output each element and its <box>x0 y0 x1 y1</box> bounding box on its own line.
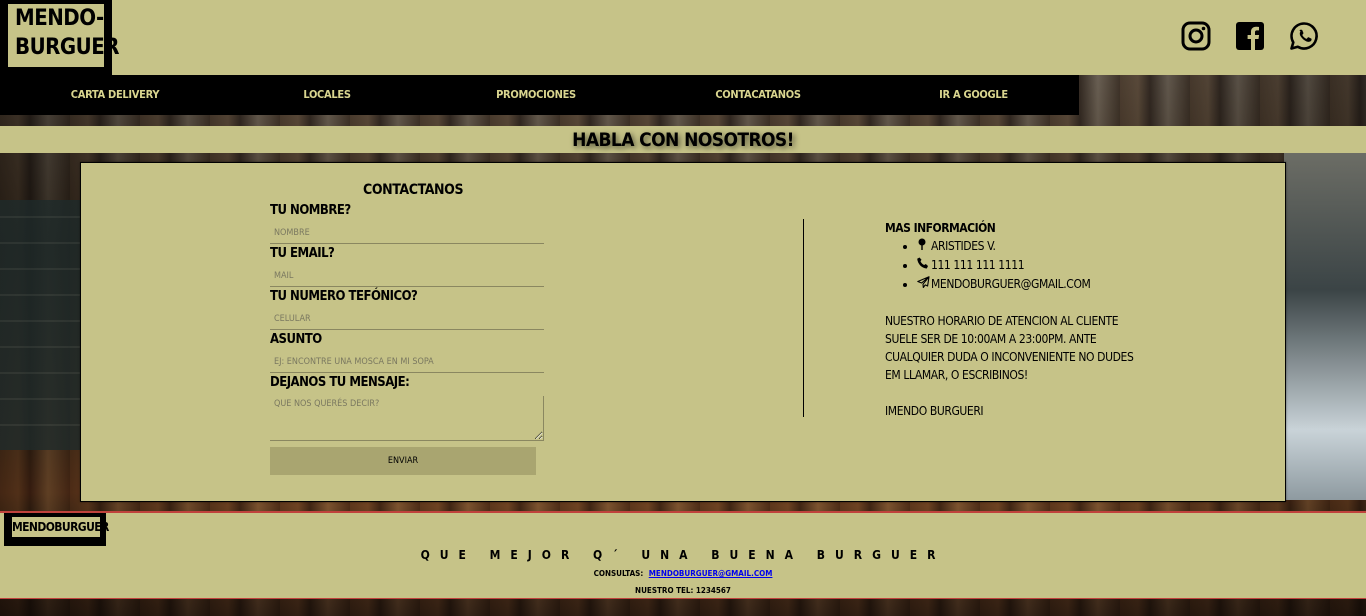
nav-item-locales[interactable]: LOCALES <box>230 75 424 115</box>
subject-input[interactable] <box>270 351 544 373</box>
send-button[interactable]: ENVIAR <box>270 447 536 475</box>
consultas-label: CONSULTAS: <box>593 569 644 578</box>
nav-item-contacatanos[interactable]: CONTACATANOS <box>648 75 868 115</box>
name-label: TU NOMBRE? <box>270 203 351 218</box>
info-signature: IMENDO BURGUERI <box>885 404 984 418</box>
info-phone: 111 111 111 1111 <box>917 256 1145 275</box>
footer-slogan: QUE MEJOR Q´ UNA BUENA BURGUER <box>420 548 946 562</box>
info-email-text: MENDOBURGUER@GMAIL.COM <box>931 277 1091 291</box>
consultas-email-link[interactable]: MENDOBURGUER@GMAIL.COM <box>649 569 773 578</box>
site-footer: MENDOBURGUER QUE MEJOR Q´ UNA BUENA BURG… <box>0 511 1366 599</box>
message-label: DEJANOS TU MENSAJE: <box>270 375 410 390</box>
footer-logo-text: MENDOBURGUER <box>12 517 109 537</box>
logo-line-2: BURGUER <box>15 35 119 60</box>
page-title: HABLA CON NOSOTROS! <box>572 129 794 151</box>
site-header: MENDO- BURGUER <box>0 0 1366 75</box>
footer-tel: NUESTRO TEL: 1234567 <box>635 586 731 595</box>
name-input[interactable] <box>270 222 544 244</box>
message-textarea[interactable] <box>270 396 544 441</box>
instagram-icon <box>1181 21 1211 51</box>
logo[interactable]: MENDO- BURGUER <box>0 0 119 75</box>
background-shelves <box>1284 150 1366 500</box>
phone-label: TU NUMERO TEFÓNICO? <box>270 289 418 304</box>
info-section: MAS INFORMACIÓN ARISTIDES V. 111 111 111… <box>885 221 1145 420</box>
info-title: MAS INFORMACIÓN <box>885 221 996 235</box>
subject-label: ASUNTO <box>270 332 322 347</box>
nav-item-promociones[interactable]: PROMOCIONES <box>424 75 648 115</box>
background-window <box>0 200 80 450</box>
logo-line-1: MENDO- <box>15 6 104 31</box>
facebook-link[interactable] <box>1234 20 1266 52</box>
contact-panel: CONTACTANOS TU NOMBRE? TU EMAIL? TU NUME… <box>80 162 1286 502</box>
info-list: ARISTIDES V. 111 111 111 1111 MENDOBURGU… <box>917 237 1145 294</box>
nav-item-ir-a-google[interactable]: IR A GOOGLE <box>868 75 1079 115</box>
info-email: MENDOBURGUER@GMAIL.COM <box>917 275 1145 294</box>
footer-consultas: CONSULTAS: MENDOBURGUER@GMAIL.COM <box>0 569 1366 578</box>
footer-logo[interactable]: MENDOBURGUER <box>4 513 109 546</box>
logo-text: MENDO- BURGUER <box>8 4 119 67</box>
email-label: TU EMAIL? <box>270 246 335 261</box>
whatsapp-link[interactable] <box>1288 20 1320 52</box>
map-pin-icon <box>917 238 931 256</box>
info-hours-text: NUESTRO HORARIO DE ATENCION AL CLIENTE S… <box>885 314 1134 382</box>
phone-input[interactable] <box>270 308 544 330</box>
facebook-icon <box>1236 22 1264 50</box>
info-phone-text: 111 111 111 1111 <box>931 258 1025 272</box>
whatsapp-icon <box>1290 22 1318 50</box>
form-title: CONTACTANOS <box>363 182 464 198</box>
info-address: ARISTIDES V. <box>917 237 1145 256</box>
main-nav: CARTA DELIVERY LOCALES PROMOCIONES CONTA… <box>0 75 1079 115</box>
info-address-text: ARISTIDES V. <box>931 239 996 253</box>
instagram-link[interactable] <box>1180 20 1212 52</box>
paper-plane-icon <box>917 276 931 294</box>
title-band: HABLA CON NOSOTROS! <box>0 126 1366 153</box>
nav-item-carta-delivery[interactable]: CARTA DELIVERY <box>0 75 230 115</box>
phone-icon <box>917 257 931 275</box>
vertical-divider <box>803 219 804 417</box>
email-input[interactable] <box>270 265 544 287</box>
